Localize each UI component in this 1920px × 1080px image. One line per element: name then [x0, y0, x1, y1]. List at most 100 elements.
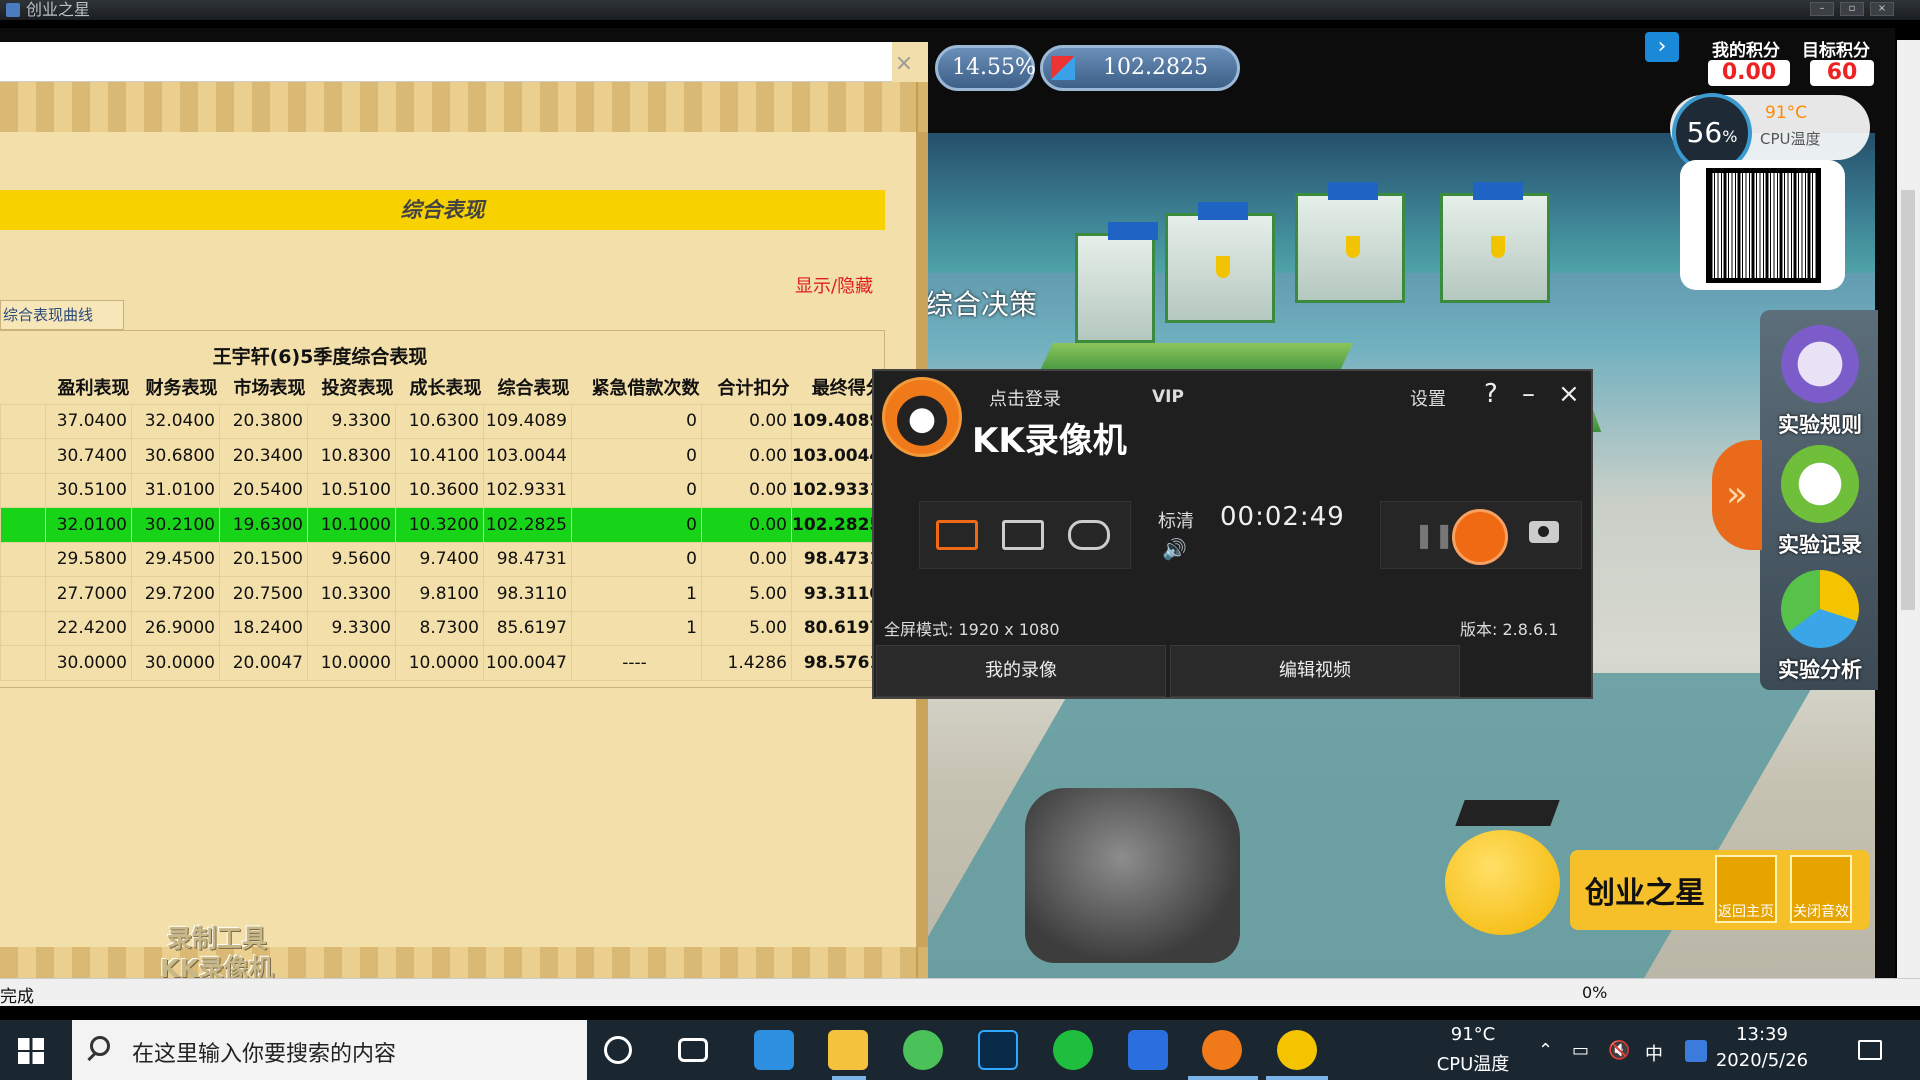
table-row[interactable]: 32.0100 30.2100 19.6300 10.1000 10.3200 102.2… — [0, 507, 887, 543]
side-item-analysis[interactable]: 实验分析 — [1768, 570, 1872, 684]
settings-link[interactable]: 设置 — [1410, 385, 1446, 411]
clock-date[interactable]: 2020/5/26 — [1712, 1050, 1812, 1071]
table-cell: 18.2400 — [219, 610, 308, 646]
mute-button[interactable]: 关闭音效 — [1790, 855, 1852, 923]
table-row[interactable]: 22.4200 26.9000 18.2400 9.3300 8.7300 85.6197… — [0, 610, 887, 646]
cortana-icon[interactable] — [604, 1036, 632, 1064]
column-header: 投资表现 — [321, 377, 394, 399]
table-row[interactable]: 30.0000 30.0000 20.0047 10.0000 10.0000 100.0… — [0, 645, 887, 681]
table-row[interactable]: 27.7000 29.7200 20.7500 10.3300 9.8100 98.311… — [0, 576, 887, 612]
maximize-button[interactable]: ▫ — [1840, 2, 1864, 16]
side-item-label: 实验规则 — [1778, 413, 1862, 437]
hud-stat-value-text: 102.2825 — [1103, 55, 1208, 80]
raccoon-logo-icon — [882, 377, 962, 457]
scrollbar[interactable] — [1897, 40, 1920, 980]
my-score-value: 0.00 — [1708, 60, 1790, 86]
minimize-icon[interactable]: – — [1522, 379, 1535, 409]
browser-icon[interactable] — [903, 1030, 943, 1070]
speaker-icon[interactable]: 🔊 — [1162, 537, 1187, 561]
close-icon[interactable]: × — [892, 52, 916, 76]
fullscreen-mode-icon[interactable] — [936, 520, 978, 550]
camera-icon[interactable] — [1529, 521, 1559, 543]
row-label-cell — [0, 438, 46, 474]
wechat-icon[interactable] — [1053, 1030, 1093, 1070]
table-cell: 30.7400 — [45, 438, 132, 474]
qr-code — [1680, 160, 1845, 290]
table-row[interactable]: 29.5800 29.4500 20.1500 9.5600 9.7400 98.4731… — [0, 541, 887, 577]
ime-indicator[interactable]: 中 — [1645, 1040, 1663, 1066]
region-mode-icon[interactable] — [1002, 520, 1044, 550]
edit-video-button[interactable]: 编辑视频 — [1170, 645, 1460, 697]
close-button[interactable]: × — [1870, 2, 1894, 16]
help-icon[interactable]: ? — [1484, 379, 1498, 409]
side-item-rules[interactable]: 实验规则 — [1768, 325, 1872, 439]
report-window: × 综合表现 显示/隐藏 综合表现曲线 王宇轩(6)5季度综合表现 盈利表现 财… — [0, 42, 928, 982]
windows-start-icon[interactable] — [18, 1038, 44, 1064]
file-explorer-icon[interactable] — [828, 1030, 868, 1070]
target-score-label: 目标积分 — [1802, 41, 1870, 61]
minimize-button[interactable]: – — [1810, 2, 1834, 16]
tray-cpu-label: CPU温度 — [1436, 1054, 1510, 1075]
graduation-cap-icon — [1455, 800, 1560, 826]
login-link[interactable]: 点击登录 — [989, 385, 1061, 411]
tray-cpu-temp: 91°C — [1450, 1024, 1496, 1045]
section-title: 综合表现 — [0, 190, 885, 230]
cube-icon — [1051, 56, 1075, 80]
clock-time[interactable]: 13:39 — [1712, 1024, 1812, 1045]
chevron-right-icon[interactable]: › — [1645, 32, 1679, 62]
table-cell: 98.4731 — [483, 541, 572, 577]
app-title: 创业之星 — [26, 0, 91, 19]
table-row[interactable]: 37.0400 32.0400 20.3800 9.3300 10.6300 109.40… — [0, 403, 887, 439]
gamepad-icon[interactable] — [1068, 520, 1110, 550]
record-button[interactable] — [1452, 509, 1508, 565]
table-cell: 10.8300 — [307, 438, 396, 474]
table-cell: 102.9331 — [483, 472, 572, 508]
taskbar-search[interactable]: 在这里输入你要搜索的内容 — [72, 1020, 587, 1080]
kk-recorder-icon[interactable] — [1202, 1030, 1242, 1070]
version-text: 版本: 2.8.6.1 — [1460, 620, 1559, 639]
close-icon[interactable]: × — [1558, 379, 1580, 409]
my-videos-button[interactable]: 我的录像 — [876, 645, 1166, 697]
scene-booth — [1440, 182, 1550, 303]
quality-select[interactable]: 标清 — [1158, 507, 1194, 533]
battery-icon[interactable]: ▭ — [1572, 1040, 1589, 1061]
scroll-thumb[interactable] — [1901, 190, 1915, 610]
mail-icon[interactable] — [754, 1030, 794, 1070]
tab-chart[interactable]: 综合表现曲线 — [0, 300, 124, 330]
table-cell: 29.4500 — [131, 541, 220, 577]
table-cell: 109.4089 — [483, 403, 572, 439]
table-cell: 10.1000 — [307, 507, 396, 543]
game-app-icon[interactable] — [1277, 1030, 1317, 1070]
table-cell: 10.3600 — [395, 472, 484, 508]
table-cell: 0.00 — [701, 472, 792, 508]
expand-arrow-icon[interactable]: » — [1712, 440, 1762, 550]
table-cell: 20.5400 — [219, 472, 308, 508]
side-item-label: 实验分析 — [1778, 658, 1862, 682]
brand-name: 创业之星 — [1585, 876, 1705, 911]
home-button[interactable]: 返回主页 — [1715, 855, 1777, 923]
table-row[interactable]: 30.5100 31.0100 20.5400 10.5100 10.3600 102.9… — [0, 472, 887, 508]
scene-booth — [1165, 202, 1275, 323]
table-cell: 5.00 — [701, 576, 792, 612]
volume-muted-icon[interactable]: 🔇 — [1608, 1040, 1630, 1061]
task-view-icon[interactable] — [678, 1038, 708, 1062]
table-row[interactable]: 30.7400 30.6800 20.3400 10.8300 10.4100 103.0… — [0, 438, 887, 474]
column-header: 盈利表现 — [57, 377, 130, 399]
side-item-records[interactable]: 实验记录 — [1768, 445, 1872, 559]
table-cell: 30.6800 — [131, 438, 220, 474]
table-cell: 0.00 — [701, 438, 792, 474]
pause-icon[interactable]: ❚❚ — [1414, 521, 1454, 549]
mascot — [1435, 795, 1575, 965]
wps-icon[interactable] — [1128, 1030, 1168, 1070]
table-cell: 32.0400 — [131, 403, 220, 439]
chevron-up-icon[interactable]: ⌃ — [1538, 1040, 1553, 1061]
table-cell: 0 — [571, 438, 702, 474]
user-icon[interactable] — [1685, 1040, 1707, 1062]
search-placeholder: 在这里输入你要搜索的内容 — [132, 1042, 397, 1067]
vip-link[interactable]: VIP — [1152, 387, 1184, 407]
photoshop-icon[interactable] — [978, 1030, 1018, 1070]
notification-icon[interactable] — [1858, 1040, 1882, 1060]
show-hide-link[interactable]: 显示/隐藏 — [795, 272, 873, 298]
table-cell: 0.00 — [701, 403, 792, 439]
table-cell: 9.8100 — [395, 576, 484, 612]
